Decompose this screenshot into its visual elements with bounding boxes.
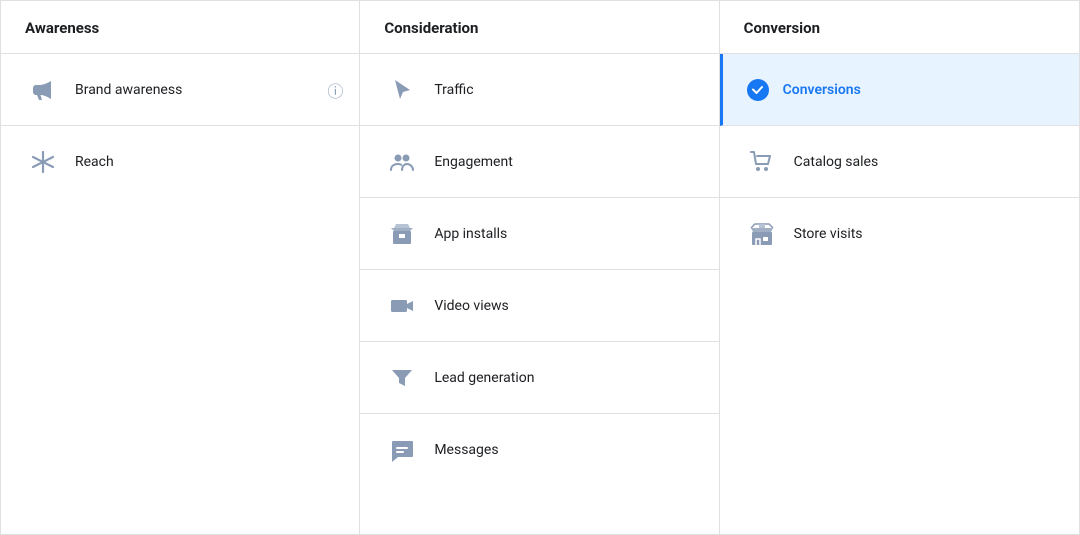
reach-item[interactable]: Reach <box>1 126 359 198</box>
catalog-sales-item[interactable]: Catalog sales <box>720 126 1079 198</box>
awareness-header: Awareness <box>1 1 359 54</box>
megaphone-icon <box>25 72 61 108</box>
video-icon <box>384 288 420 324</box>
awareness-column: Awareness Brand awareness ⓘ Reach <box>1 1 360 534</box>
traffic-label: Traffic <box>434 82 473 98</box>
chat-icon <box>384 432 420 468</box>
video-views-label: Video views <box>434 298 508 314</box>
app-installs-item[interactable]: App installs <box>360 198 718 270</box>
store-visits-label: Store visits <box>794 226 863 242</box>
reach-label: Reach <box>75 154 114 170</box>
consideration-header: Consideration <box>360 1 718 54</box>
check-circle-icon <box>747 79 769 101</box>
campaign-objective-grid: Awareness Brand awareness ⓘ Reach Cons <box>0 0 1080 535</box>
conversions-item[interactable]: Conversions <box>720 54 1079 126</box>
app-installs-label: App installs <box>434 226 507 242</box>
video-views-item[interactable]: Video views <box>360 270 718 342</box>
people-icon <box>384 144 420 180</box>
filter-icon <box>384 360 420 396</box>
brand-awareness-label: Brand awareness <box>75 82 182 98</box>
catalog-sales-label: Catalog sales <box>794 154 879 170</box>
cart-icon <box>744 144 780 180</box>
conversions-label: Conversions <box>783 82 861 98</box>
conversion-column: Conversion Conversions Catalog sales <box>720 1 1079 534</box>
engagement-item[interactable]: Engagement <box>360 126 718 198</box>
asterisk-icon <box>25 144 61 180</box>
cursor-icon <box>384 72 420 108</box>
store-visits-item[interactable]: Store visits <box>720 198 1079 270</box>
consideration-column: Consideration Traffic Engagement <box>360 1 719 534</box>
traffic-item[interactable]: Traffic <box>360 54 718 126</box>
info-icon[interactable]: ⓘ <box>327 78 343 102</box>
store-icon <box>744 216 780 252</box>
lead-generation-label: Lead generation <box>434 370 534 386</box>
brand-awareness-item[interactable]: Brand awareness ⓘ <box>1 54 359 126</box>
engagement-label: Engagement <box>434 154 512 170</box>
lead-generation-item[interactable]: Lead generation <box>360 342 718 414</box>
messages-label: Messages <box>434 442 498 458</box>
conversion-header: Conversion <box>720 1 1079 54</box>
box-icon <box>384 216 420 252</box>
messages-item[interactable]: Messages <box>360 414 718 486</box>
